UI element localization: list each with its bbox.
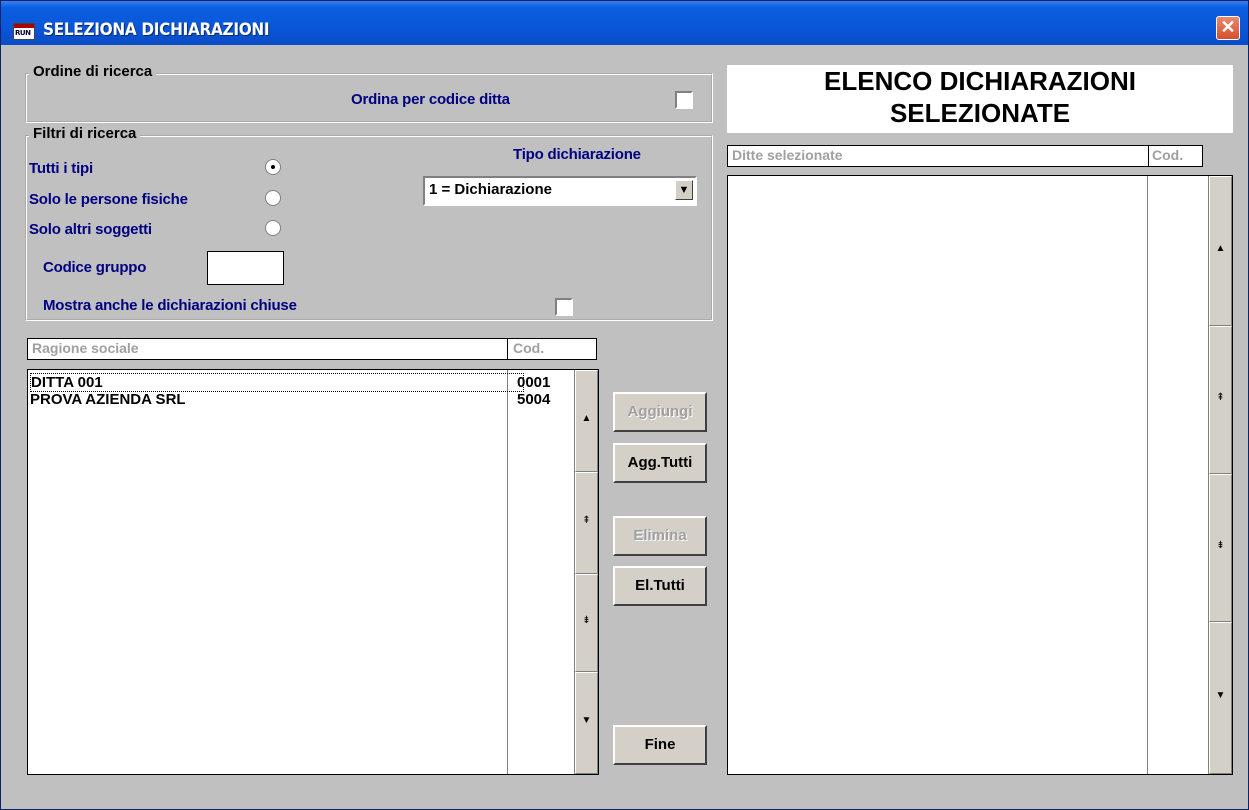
right-title-line2: SELEZIONATE xyxy=(889,98,1071,128)
scroll-page-up-icon[interactable]: ⇞ xyxy=(1209,326,1232,474)
col-ragione-sociale: Ragione sociale xyxy=(32,340,139,356)
left-list[interactable]: DITTA 001 0001 PROVA AZIENDA SRL 5004 ▲ … xyxy=(27,369,599,775)
row-cod: 0001 xyxy=(517,374,551,391)
chevron-down-icon[interactable]: ▼ xyxy=(675,180,693,200)
mostra-chiuse-label: Mostra anche le dichiarazioni chiuse xyxy=(43,297,297,314)
scroll-page-down-icon[interactable]: ⇟ xyxy=(1209,474,1232,622)
right-list-scrollbar[interactable]: ▲ ⇞ ⇟ ▼ xyxy=(1208,176,1232,774)
mostra-chiuse-checkbox[interactable] xyxy=(555,298,573,316)
radio-tutti[interactable] xyxy=(265,159,281,175)
col-cod-right: Cod. xyxy=(1152,147,1184,163)
fine-button[interactable]: Fine xyxy=(613,725,707,765)
radio-fisiche[interactable] xyxy=(265,190,281,206)
codice-gruppo-input[interactable] xyxy=(207,251,284,285)
radio-tutti-label: Tutti i tipi xyxy=(29,160,93,177)
scroll-down-icon[interactable]: ▼ xyxy=(575,672,598,774)
radio-altri[interactable] xyxy=(265,220,281,236)
title-bar[interactable]: RUN SELEZIONA DICHIARAZIONI ✕ xyxy=(1,1,1248,45)
scroll-page-down-icon[interactable]: ⇟ xyxy=(575,574,598,672)
left-list-header: Ragione sociale Cod. xyxy=(27,338,597,360)
right-list-header: Ditte selezionate Cod. xyxy=(727,145,1203,167)
el-tutti-button[interactable]: El.Tutti xyxy=(613,566,707,606)
agg-tutti-button[interactable]: Agg.Tutti xyxy=(613,443,707,483)
row-name: PROVA AZIENDA SRL xyxy=(30,391,186,408)
right-title-line1: ELENCO DICHIARAZIONI xyxy=(824,66,1136,96)
scroll-up-icon[interactable]: ▲ xyxy=(575,370,598,472)
scroll-page-up-icon[interactable]: ⇞ xyxy=(575,472,598,574)
scroll-down-icon[interactable]: ▼ xyxy=(1209,622,1232,774)
ordina-label: Ordina per codice ditta xyxy=(351,91,510,108)
close-button[interactable]: ✕ xyxy=(1216,16,1240,40)
row-name: DITTA 001 xyxy=(30,373,524,392)
tipo-dichiarazione-value: 1 = Dichiarazione xyxy=(429,181,552,198)
col-ditte-selezionate: Ditte selezionate xyxy=(732,147,843,163)
dialog-window: RUN SELEZIONA DICHIARAZIONI ✕ Ordine di … xyxy=(0,0,1249,810)
tipo-dichiarazione-label: Tipo dichiarazione xyxy=(513,146,641,163)
window-title: SELEZIONA DICHIARAZIONI xyxy=(43,20,270,40)
close-icon: ✕ xyxy=(1220,17,1236,37)
ordine-group-title: Ordine di ricerca xyxy=(29,63,157,80)
list-item[interactable]: DITTA 001 xyxy=(30,373,524,392)
list-item[interactable]: PROVA AZIENDA SRL xyxy=(30,391,186,408)
app-icon: RUN xyxy=(13,23,35,40)
dialog-client: Ordine di ricerca Ordina per codice ditt… xyxy=(7,45,1244,805)
radio-fisiche-label: Solo le persone fisiche xyxy=(29,191,188,208)
col-cod-left: Cod. xyxy=(513,340,545,356)
left-list-scrollbar[interactable]: ▲ ⇞ ⇟ ▼ xyxy=(574,370,598,774)
ordina-checkbox[interactable] xyxy=(675,91,693,109)
filtri-group-title: Filtri di ricerca xyxy=(29,125,141,142)
scroll-up-icon[interactable]: ▲ xyxy=(1209,176,1232,326)
aggiungi-button[interactable]: Aggiungi xyxy=(613,392,707,432)
elimina-button[interactable]: Elimina xyxy=(613,516,707,556)
radio-altri-label: Solo altri soggetti xyxy=(29,221,152,238)
right-list[interactable]: ▲ ⇞ ⇟ ▼ xyxy=(727,175,1233,775)
right-panel-title: ELENCO DICHIARAZIONI SELEZIONATE xyxy=(727,65,1233,133)
codice-gruppo-label: Codice gruppo xyxy=(43,259,147,276)
tipo-dichiarazione-select[interactable]: 1 = Dichiarazione ▼ xyxy=(423,176,697,206)
row-cod: 5004 xyxy=(517,391,551,408)
